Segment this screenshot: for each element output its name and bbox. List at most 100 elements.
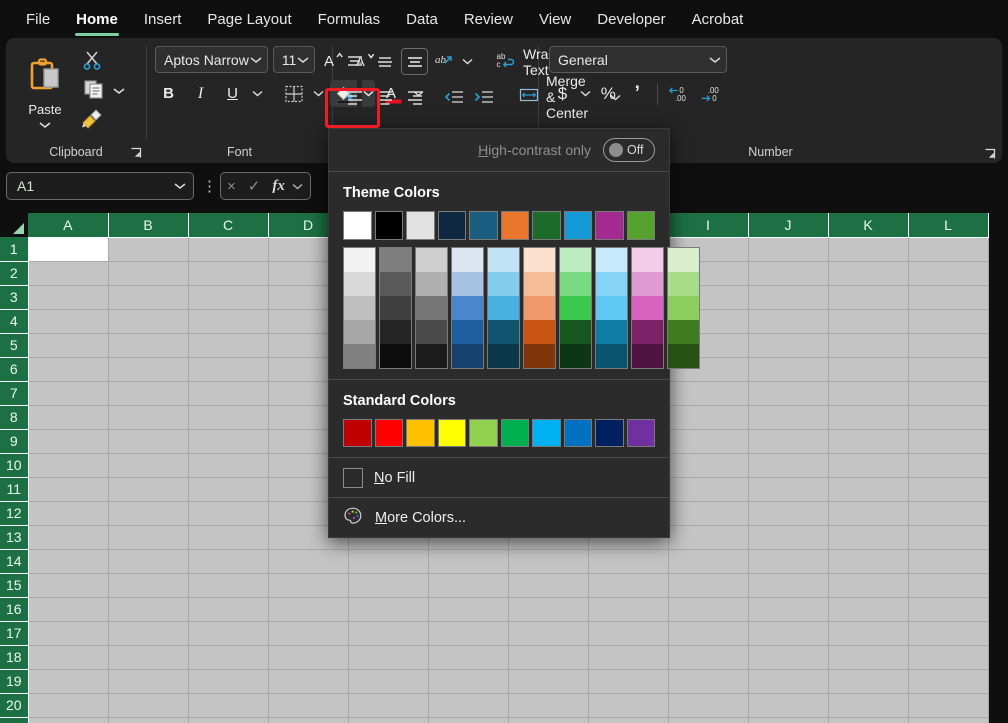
theme-variant-swatch-10-1[interactable]: [668, 248, 699, 272]
theme-color-swatch-4[interactable]: [437, 211, 466, 240]
theme-variant-swatch-8-1[interactable]: [596, 248, 627, 272]
row-header-1[interactable]: 1: [0, 237, 29, 262]
theme-variant-swatch-5-3[interactable]: [488, 296, 519, 320]
theme-color-variants-column-3[interactable]: [415, 247, 448, 369]
row-header-7[interactable]: 7: [0, 381, 29, 406]
cell-K6[interactable]: [828, 357, 909, 382]
column-header-J[interactable]: J: [748, 213, 829, 238]
cell-I15[interactable]: [668, 573, 749, 598]
cell-L7[interactable]: [908, 381, 989, 406]
cell-K10[interactable]: [828, 453, 909, 478]
ribbon-tab-file[interactable]: File: [14, 6, 62, 32]
cell-L17[interactable]: [908, 621, 989, 646]
theme-color-variants-column-10[interactable]: [667, 247, 700, 369]
cell-J18[interactable]: [748, 645, 829, 670]
cell-J9[interactable]: [748, 429, 829, 454]
cell-E16[interactable]: [348, 597, 429, 622]
cell-L12[interactable]: [908, 501, 989, 526]
cell-K12[interactable]: [828, 501, 909, 526]
theme-variant-swatch-4-3[interactable]: [452, 296, 483, 320]
cell-L21[interactable]: [908, 717, 989, 723]
theme-variant-swatch-1-5[interactable]: [344, 344, 375, 368]
row-header-5[interactable]: 5: [0, 333, 29, 358]
theme-color-swatch-3[interactable]: [406, 211, 435, 240]
cell-C18[interactable]: [188, 645, 269, 670]
cell-B2[interactable]: [108, 261, 189, 286]
theme-variant-swatch-6-3[interactable]: [524, 296, 555, 320]
theme-variant-swatch-8-3[interactable]: [596, 296, 627, 320]
align-middle-button[interactable]: [371, 48, 398, 75]
format-painter-button[interactable]: [80, 107, 104, 134]
cell-K7[interactable]: [828, 381, 909, 406]
underline-button[interactable]: U: [219, 80, 246, 107]
cell-K5[interactable]: [828, 333, 909, 358]
row-header-13[interactable]: 13: [0, 525, 29, 550]
standard-color-swatch-2[interactable]: [374, 419, 403, 447]
cell-C17[interactable]: [188, 621, 269, 646]
cell-C6[interactable]: [188, 357, 269, 382]
cell-I8[interactable]: [668, 405, 749, 430]
cell-H20[interactable]: [588, 693, 669, 718]
theme-color-swatch-7[interactable]: [532, 211, 561, 240]
cell-D14[interactable]: [268, 549, 349, 574]
theme-variant-swatch-10-5[interactable]: [668, 344, 699, 368]
ribbon-tab-view[interactable]: View: [527, 6, 583, 32]
theme-variant-swatch-5-1[interactable]: [488, 248, 519, 272]
ribbon-tab-data[interactable]: Data: [394, 6, 450, 32]
cell-L16[interactable]: [908, 597, 989, 622]
cell-K8[interactable]: [828, 405, 909, 430]
cell-E15[interactable]: [348, 573, 429, 598]
cell-G17[interactable]: [508, 621, 589, 646]
cell-I21[interactable]: [668, 717, 749, 723]
cell-E21[interactable]: [348, 717, 429, 723]
row-header-9[interactable]: 9: [0, 429, 29, 454]
cancel-formula-button[interactable]: ×: [227, 178, 236, 195]
cell-G20[interactable]: [508, 693, 589, 718]
cell-D21[interactable]: [268, 717, 349, 723]
cell-B7[interactable]: [108, 381, 189, 406]
cell-B8[interactable]: [108, 405, 189, 430]
cell-A9[interactable]: [28, 429, 109, 454]
cell-A16[interactable]: [28, 597, 109, 622]
cell-A21[interactable]: [28, 717, 109, 723]
cell-G21[interactable]: [508, 717, 589, 723]
cell-J2[interactable]: [748, 261, 829, 286]
cell-A5[interactable]: [28, 333, 109, 358]
theme-variant-swatch-2-5[interactable]: [380, 344, 411, 368]
cell-B16[interactable]: [108, 597, 189, 622]
theme-variant-swatch-9-1[interactable]: [632, 248, 663, 272]
cell-I7[interactable]: [668, 381, 749, 406]
cell-H16[interactable]: [588, 597, 669, 622]
cell-B3[interactable]: [108, 285, 189, 310]
column-header-I[interactable]: I: [668, 213, 749, 238]
ribbon-tab-insert[interactable]: Insert: [132, 6, 194, 32]
cell-F19[interactable]: [428, 669, 509, 694]
theme-variant-swatch-3-2[interactable]: [416, 272, 447, 296]
cell-L3[interactable]: [908, 285, 989, 310]
cell-C9[interactable]: [188, 429, 269, 454]
cell-K4[interactable]: [828, 309, 909, 334]
theme-variant-swatch-6-2[interactable]: [524, 272, 555, 296]
theme-color-swatch-2[interactable]: [374, 211, 403, 240]
cell-D20[interactable]: [268, 693, 349, 718]
ribbon-tab-page-layout[interactable]: Page Layout: [195, 6, 303, 32]
cell-C13[interactable]: [188, 525, 269, 550]
cell-J5[interactable]: [748, 333, 829, 358]
theme-variant-swatch-3-3[interactable]: [416, 296, 447, 320]
cell-K13[interactable]: [828, 525, 909, 550]
column-header-A[interactable]: A: [28, 213, 109, 238]
cell-C2[interactable]: [188, 261, 269, 286]
cell-J14[interactable]: [748, 549, 829, 574]
cell-L10[interactable]: [908, 453, 989, 478]
row-header-17[interactable]: 17: [0, 621, 29, 646]
cell-B19[interactable]: [108, 669, 189, 694]
formula-bar-options-icon[interactable]: ⋮: [202, 177, 217, 195]
cell-C10[interactable]: [188, 453, 269, 478]
cut-button[interactable]: [81, 49, 103, 76]
column-header-L[interactable]: L: [908, 213, 989, 238]
cell-L11[interactable]: [908, 477, 989, 502]
theme-variant-swatch-5-5[interactable]: [488, 344, 519, 368]
cell-C19[interactable]: [188, 669, 269, 694]
standard-color-swatch-3[interactable]: [406, 419, 435, 447]
cell-J1[interactable]: [748, 237, 829, 262]
